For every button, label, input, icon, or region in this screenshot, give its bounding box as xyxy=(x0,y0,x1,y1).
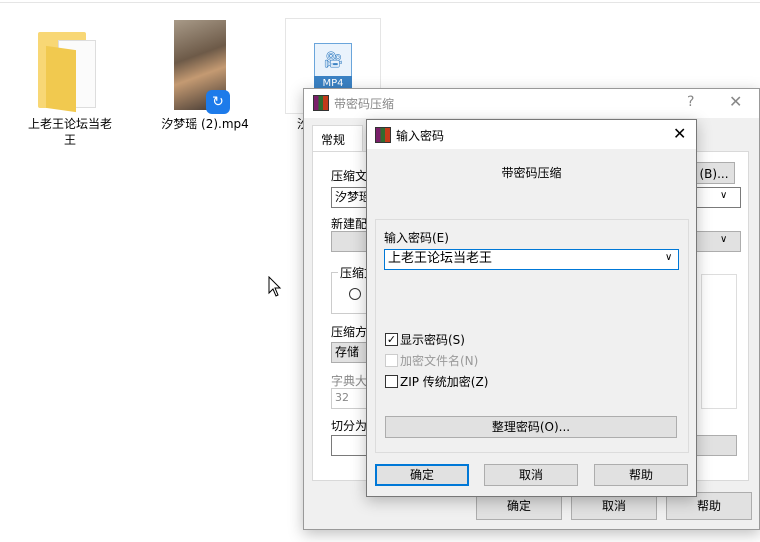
browse-button[interactable]: (B)... xyxy=(693,162,735,184)
mouse-cursor-icon xyxy=(268,275,282,301)
ok-button[interactable]: 确定 xyxy=(375,464,469,486)
help-button[interactable]: 帮助 xyxy=(594,464,688,486)
help-icon[interactable]: ? xyxy=(687,94,694,110)
file-name: 上老王论坛当老王 xyxy=(27,117,112,147)
password-dropdown-icon[interactable]: ∨ xyxy=(665,252,672,263)
format-radio[interactable] xyxy=(349,288,361,300)
title-bar: 带密码压缩 ? ✕ xyxy=(304,89,759,118)
profile-arrow-icon[interactable]: ∨ xyxy=(720,234,727,245)
options-group xyxy=(701,274,737,409)
organize-passwords-button[interactable]: 整理密码(O)... xyxy=(385,416,677,438)
file-name: 汐梦瑶 (2).mp4 xyxy=(161,117,249,131)
mp4-file-icon: 🎥︎ MP4 xyxy=(314,43,352,91)
password-input[interactable]: 上老王论坛当老王 xyxy=(384,249,679,270)
player-badge-icon: ↻ xyxy=(206,90,230,114)
password-label: 输入密码(E) xyxy=(384,231,449,245)
archive-name-arrow-icon[interactable]: ∨ xyxy=(720,190,727,201)
folder-icon xyxy=(38,28,100,113)
close-icon[interactable]: ✕ xyxy=(729,92,742,111)
dict-label: 字典大 xyxy=(331,374,368,388)
title-bar: 输入密码 ✕ xyxy=(367,120,696,149)
show-password-checkbox[interactable]: ✓ xyxy=(385,333,398,346)
method-label: 压缩方 xyxy=(331,325,368,339)
explorer-top-border xyxy=(0,2,760,3)
dialog-title: 带密码压缩 xyxy=(334,97,395,111)
split-unit-combo[interactable] xyxy=(693,435,737,456)
file-folder[interactable]: 上老王论坛当老王 xyxy=(25,22,115,152)
password-dialog: 输入密码 ✕ 带密码压缩 输入密码(E) 上老王论坛当老王 ∨ ✓ 显示密码(S… xyxy=(366,119,697,497)
winrar-icon xyxy=(313,95,329,111)
dialog-title: 输入密码 xyxy=(396,129,445,143)
encrypt-names-checkbox xyxy=(385,354,398,367)
file-video[interactable]: ↻ 汐梦瑶 (2).mp4 xyxy=(150,18,260,138)
winrar-icon xyxy=(375,127,391,143)
zip-legacy-label[interactable]: ZIP 传统加密(Z) xyxy=(400,374,488,390)
zip-legacy-checkbox[interactable] xyxy=(385,375,398,388)
close-icon[interactable]: ✕ xyxy=(673,124,686,143)
cancel-button[interactable]: 取消 xyxy=(484,464,578,486)
archive-name-label: 压缩文 xyxy=(331,169,368,183)
show-password-label[interactable]: 显示密码(S) xyxy=(400,332,465,348)
split-label: 切分为 xyxy=(331,419,368,433)
tab-general[interactable]: 常规 xyxy=(312,125,363,152)
profile-label: 新建配 xyxy=(331,217,368,231)
encrypt-names-label: 加密文件名(N) xyxy=(400,354,479,368)
dialog-heading: 带密码压缩 xyxy=(501,166,562,180)
